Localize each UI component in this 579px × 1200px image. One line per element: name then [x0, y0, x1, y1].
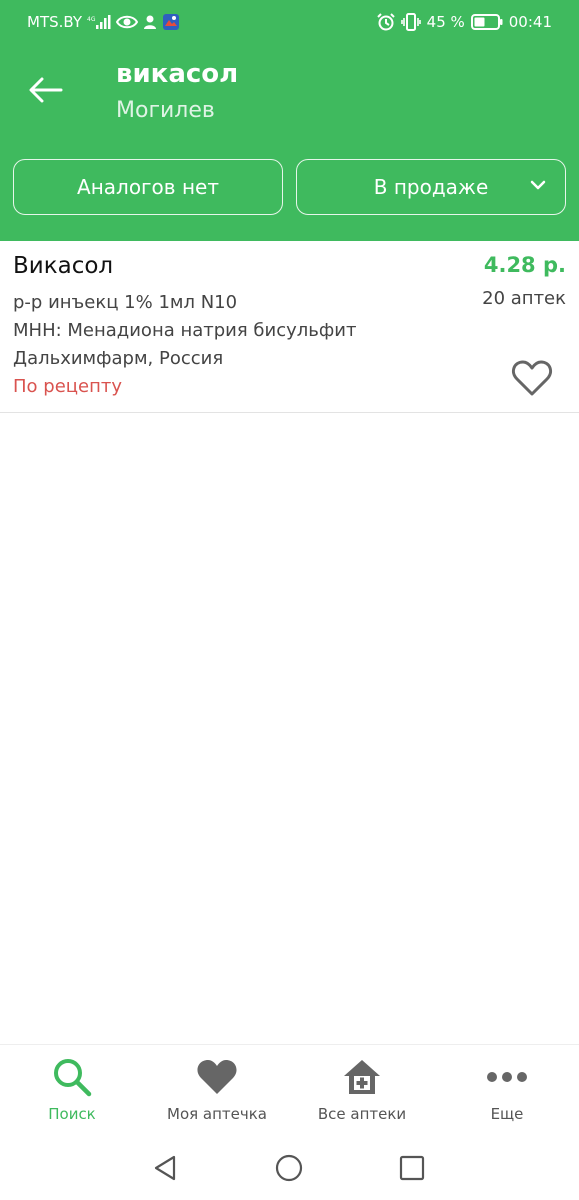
drug-manufacturer: Дальхимфарм, Россия	[13, 348, 224, 369]
person-icon	[143, 12, 157, 32]
search-icon	[54, 1059, 92, 1097]
home-circle-icon	[275, 1154, 303, 1182]
heart-icon	[197, 1060, 237, 1094]
app-header: MTS.BY 4G 45 % 00:41 викасол Могилев Ана…	[0, 0, 579, 241]
system-home-button[interactable]	[273, 1152, 305, 1184]
system-back-button[interactable]	[150, 1152, 182, 1184]
nav-my-kit[interactable]: Моя аптечка	[145, 1055, 289, 1131]
battery-icon	[470, 12, 503, 32]
alarm-icon	[376, 12, 395, 32]
eye-icon	[116, 12, 139, 32]
availability-dropdown[interactable]: В продаже	[296, 159, 566, 215]
drug-result-card[interactable]: Викасол 4.28 р. 20 аптек р-р инъекц 1% 1…	[0, 241, 579, 413]
arrow-left-icon	[29, 77, 63, 103]
pharmacy-count: 20 аптек	[482, 288, 566, 309]
drug-inn: МНН: Менадиона натрия бисульфит	[13, 320, 357, 341]
carrier-label: MTS.BY	[27, 13, 83, 31]
back-triangle-icon	[154, 1155, 176, 1181]
pharmacy-house-icon	[344, 1060, 380, 1094]
status-bar: MTS.BY 4G 45 % 00:41	[0, 0, 579, 44]
favorite-button[interactable]	[511, 359, 555, 399]
svg-text:4G: 4G	[87, 16, 96, 23]
more-dots-icon	[487, 1072, 527, 1082]
status-left: MTS.BY 4G	[27, 12, 180, 32]
nav-my-kit-label: Моя аптечка	[167, 1105, 267, 1123]
drug-form: р-р инъекц 1% 1мл N10	[13, 292, 238, 313]
battery-percent: 45 %	[426, 13, 465, 31]
availability-label: В продаже	[373, 175, 489, 199]
recent-square-icon	[399, 1155, 425, 1181]
vibrate-icon	[400, 12, 421, 32]
page-title: викасол	[116, 59, 239, 89]
drug-name: Викасол	[13, 253, 114, 279]
chevron-down-icon	[530, 180, 546, 190]
heart-outline-icon	[511, 360, 553, 396]
nav-all-pharmacies[interactable]: Все аптеки	[290, 1055, 434, 1131]
bottom-navigation: Поиск Моя аптечка Все аптеки Еще	[0, 1044, 579, 1130]
prescription-label: По рецепту	[13, 376, 123, 397]
signal-icon: 4G	[87, 12, 111, 32]
system-navigation-bar	[0, 1134, 579, 1200]
nav-more[interactable]: Еще	[435, 1055, 579, 1131]
drug-price: 4.28 р.	[483, 253, 566, 277]
system-recents-button[interactable]	[396, 1152, 428, 1184]
app-icon	[162, 12, 180, 32]
nav-more-label: Еще	[490, 1105, 524, 1123]
nav-all-pharmacies-label: Все аптеки	[317, 1105, 407, 1123]
back-button[interactable]	[26, 70, 66, 110]
analogs-button[interactable]: Аналогов нет	[13, 159, 283, 215]
status-right: 45 % 00:41	[376, 12, 552, 32]
clock: 00:41	[508, 13, 552, 31]
nav-search[interactable]: Поиск	[0, 1055, 144, 1131]
nav-search-label: Поиск	[48, 1105, 96, 1123]
city-subtitle: Могилев	[116, 98, 215, 123]
